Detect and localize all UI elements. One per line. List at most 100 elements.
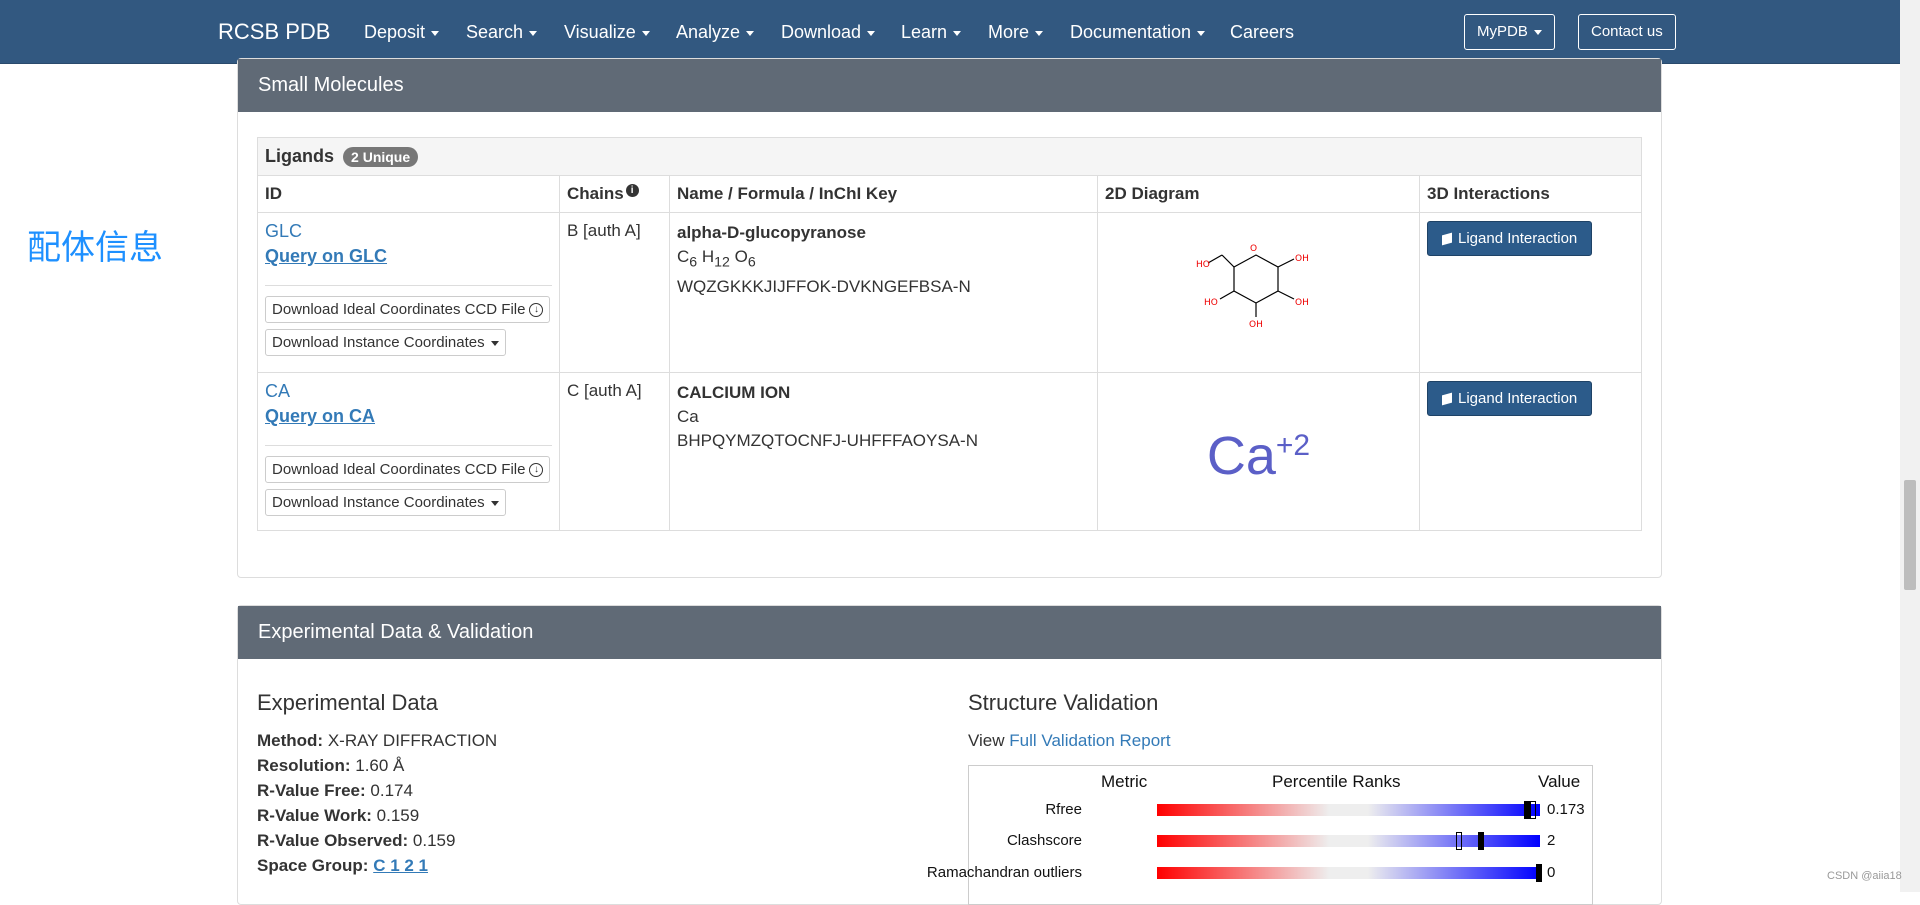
nav-careers[interactable]: Careers [1230, 22, 1294, 43]
metric-label: Rfree [1045, 801, 1082, 818]
chevron-down-icon [1197, 30, 1206, 36]
info-icon[interactable]: i [625, 184, 639, 198]
mypdb-button[interactable]: MyPDB [1464, 14, 1555, 50]
metric-value: 0.173 [1547, 801, 1585, 818]
table-row: CA Query on CA Download Ideal Coordinate… [257, 372, 1642, 532]
id-cell: CA Query on CA Download Ideal Coordinate… [257, 372, 560, 532]
chevron-down-icon [490, 500, 499, 506]
query-link[interactable]: Query on CA [265, 406, 552, 427]
chevron-down-icon [431, 30, 440, 36]
percentile-marker [1536, 864, 1542, 882]
calcium-diagram: Ca+2 [1105, 425, 1412, 487]
value-header: Value [1538, 772, 1581, 791]
svg-text:HO: HO [1196, 260, 1210, 270]
ligands-table: Ligands 2 Unique ID Chains i Name / Formu… [257, 136, 1642, 532]
svg-text:HO: HO [1204, 298, 1218, 308]
percentile-marker-hollow [1530, 801, 1536, 819]
col-header-chains: Chains i [559, 175, 670, 214]
ligand-formula: Ca [677, 407, 699, 427]
download-instance-button[interactable]: Download Instance Coordinates [265, 329, 506, 357]
chevron-down-icon [1533, 29, 1542, 35]
validation-view-line: View Full Validation Report [968, 731, 1171, 750]
metric-value: 0 [1547, 864, 1556, 881]
rfree-line: R-Value Free: 0.174 [257, 781, 413, 800]
name-cell: alpha-D-glucopyranose C6 H12 O6 WQZGKKKJ… [669, 212, 1098, 374]
experimental-data-heading: Experimental Data [257, 690, 438, 715]
nav-documentation[interactable]: Documentation [1070, 22, 1206, 43]
nav-deposit[interactable]: Deposit [364, 22, 440, 43]
chains-cell: B [auth A] [559, 212, 670, 374]
percentile-marker-hollow [1456, 832, 1462, 850]
nav-search[interactable]: Search [466, 22, 538, 43]
svg-text:O: O [1250, 244, 1257, 254]
validation-metrics-chart: Metric Percentile Ranks Value Rfree 0.17… [927, 765, 1593, 905]
full-validation-report-link[interactable]: Full Validation Report [1009, 731, 1170, 750]
chevron-down-icon [867, 30, 876, 36]
nav-download[interactable]: Download [781, 22, 876, 43]
percentile-bar [1157, 804, 1540, 816]
charge-label: +2 [1275, 429, 1311, 463]
table-header-row: ID Chains i Name / Formula / InChI Key 2D… [257, 175, 1642, 214]
scrollbar-thumb[interactable] [1904, 480, 1916, 590]
table-row: GLC Query on GLC Download Ideal Coordina… [257, 212, 1642, 374]
watermark: CSDN @aiia18 [1827, 870, 1902, 882]
inchi-key: WQZGKKKJIJFFOK-DVKNGEFBSA-N [677, 276, 971, 296]
metric-label: Clashscore [1006, 832, 1082, 849]
robs-line: R-Value Observed: 0.159 [257, 831, 456, 850]
download-ideal-button[interactable]: Download Ideal Coordinates CCD File ↓ [265, 456, 551, 484]
cube-icon [1442, 232, 1452, 246]
panel-title: Experimental Data & Validation [238, 606, 1661, 659]
inchi-key: BHPQYMZQTOCNFJ-UHFFFAOYSA-N [677, 431, 978, 451]
contact-us-button[interactable]: Contact us [1578, 14, 1676, 50]
caption-label: Ligands [265, 146, 335, 166]
ligand-name: alpha-D-glucopyranose [677, 223, 866, 243]
percentile-marker [1478, 832, 1484, 850]
glucose-structure-diagram: O OH OH HO OH HO [1196, 244, 1309, 330]
name-cell: CALCIUM ION Ca BHPQYMZQTOCNFJ-UHFFFAOYSA… [669, 372, 1098, 532]
panel-title: Small Molecules [238, 59, 1661, 112]
col-header-3d: 3D Interactions [1419, 175, 1642, 214]
cube-icon [1442, 392, 1452, 406]
chains-cell: C [auth A] [559, 372, 670, 532]
ligand-interaction-button[interactable]: Ligand Interaction [1427, 381, 1593, 417]
query-link[interactable]: Query on GLC [265, 246, 552, 267]
element-symbol: Ca [1206, 426, 1276, 487]
brand-logo[interactable]: RCSB PDB [218, 19, 330, 45]
ligand-id-link[interactable]: GLC [265, 221, 552, 242]
chevron-down-icon [529, 30, 538, 36]
space-group-line: Space Group: C 1 2 1 [257, 856, 429, 875]
unique-badge: 2 Unique [343, 147, 419, 168]
ligand-formula: C6 H12 O6 [677, 247, 756, 271]
chevron-down-icon [641, 30, 650, 36]
col-header-diagram: 2D Diagram [1097, 175, 1420, 214]
ligand-id-link[interactable]: CA [265, 381, 552, 402]
space-group-link[interactable]: C 1 2 1 [373, 856, 428, 875]
percentile-bar [1157, 867, 1540, 879]
metric-value: 2 [1547, 832, 1556, 849]
resolution-line: Resolution: 1.60 Å [257, 756, 405, 775]
svg-text:OH: OH [1295, 298, 1309, 308]
metric-label: Ramachandran outliers [926, 864, 1082, 881]
nav-learn[interactable]: Learn [901, 22, 962, 43]
interaction-cell: Ligand Interaction [1419, 212, 1642, 374]
table-caption: Ligands 2 Unique [257, 136, 1642, 177]
rwork-line: R-Value Work: 0.159 [257, 806, 420, 825]
nav-more[interactable]: More [988, 22, 1044, 43]
metric-header: Metric [1101, 772, 1148, 791]
top-navbar: RCSB PDB Deposit Search Visualize Analyz… [0, 0, 1900, 64]
nav-visualize[interactable]: Visualize [564, 22, 650, 43]
nav-analyze[interactable]: Analyze [676, 22, 755, 43]
col-header-id: ID [257, 175, 560, 214]
chevron-down-icon [953, 30, 962, 36]
id-cell: GLC Query on GLC Download Ideal Coordina… [257, 212, 560, 374]
download-icon: ↓ [529, 463, 544, 478]
percentile-header: Percentile Ranks [1272, 772, 1401, 791]
chevron-down-icon [1035, 30, 1044, 36]
chevron-down-icon [490, 340, 499, 346]
ligand-interaction-button[interactable]: Ligand Interaction [1427, 221, 1593, 257]
download-instance-button[interactable]: Download Instance Coordinates [265, 489, 506, 517]
scrollbar-track[interactable] [1900, 0, 1920, 892]
svg-text:OH: OH [1249, 320, 1263, 330]
download-ideal-button[interactable]: Download Ideal Coordinates CCD File ↓ [265, 296, 551, 324]
ligand-name: CALCIUM ION [677, 383, 791, 403]
